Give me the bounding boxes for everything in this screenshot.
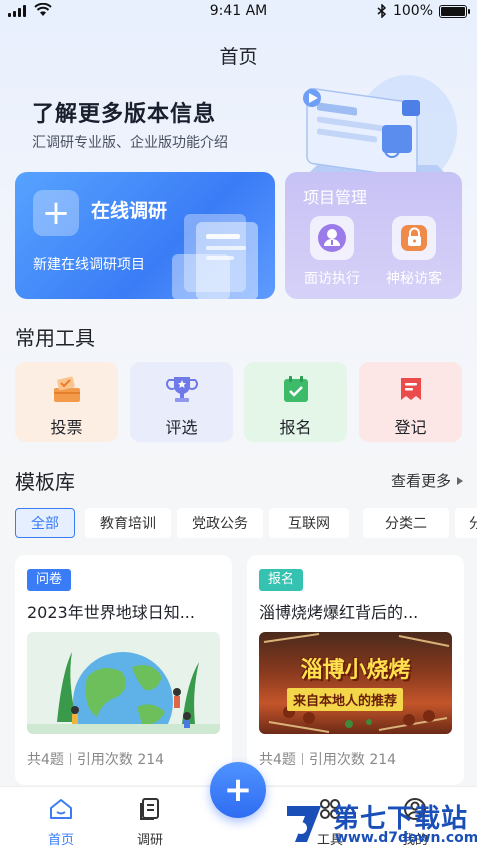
- view-more-label: 查看更多: [390, 472, 451, 490]
- online-survey-title: 在线调研: [91, 200, 168, 222]
- hero-subtitle[interactable]: 汇调研专业版、企业版功能介绍: [32, 132, 228, 152]
- tool-selection-label: 评选: [165, 418, 198, 437]
- usage-count: 引用次数 214: [308, 752, 397, 768]
- tool-vote-label: 投票: [50, 418, 83, 437]
- template-tag: 问卷: [27, 569, 72, 591]
- chevron-right-icon: [457, 476, 463, 485]
- ballot-box-icon: [53, 376, 80, 402]
- page-title: 首页: [219, 46, 258, 68]
- project-management-title: 项目管理: [303, 188, 368, 207]
- register-icon: [400, 378, 421, 400]
- template-meta: 共4题 引用次数 214: [259, 749, 396, 769]
- tab-survey-label: 调研: [136, 833, 163, 848]
- online-survey-desc: 新建在线调研项目: [33, 257, 145, 273]
- site-logo-icon: [287, 806, 321, 842]
- trophy-icon: [165, 377, 198, 402]
- online-survey-card[interactable]: + 在线调研 新建在线调研项目: [15, 172, 275, 299]
- person-icon: [310, 216, 354, 260]
- mystery-visitor-label: 神秘访客: [386, 271, 442, 287]
- battery-percent: 100%: [392, 3, 433, 19]
- tool-signup-label: 报名: [279, 418, 312, 437]
- tab-home-label: 首页: [47, 833, 74, 848]
- earth-day-illustration: [27, 632, 220, 734]
- tab-home[interactable]: 首页: [31, 797, 91, 848]
- watermark-url: www.d7down.com: [335, 830, 477, 846]
- template-tag: 报名: [259, 569, 304, 591]
- filter-chip-more[interactable]: 分: [455, 508, 477, 538]
- plus-icon: +: [33, 190, 79, 236]
- template-title: 淄博烧烤爆红背后的...: [259, 603, 419, 622]
- filter-chip-government[interactable]: 党政公务: [177, 508, 263, 538]
- tool-register[interactable]: 登记: [359, 362, 462, 442]
- filter-chip-all[interactable]: 全部: [15, 508, 75, 538]
- filter-chip-internet[interactable]: 互联网: [269, 508, 349, 538]
- project-management-card[interactable]: 项目管理 面访执行 神秘访客: [285, 172, 462, 299]
- bluetooth-icon: [377, 4, 387, 18]
- battery-icon: [439, 4, 470, 18]
- tool-vote[interactable]: 投票: [15, 362, 118, 442]
- calendar-check-icon: [283, 376, 308, 402]
- view-more-link[interactable]: 查看更多: [391, 470, 463, 491]
- usage-count: 引用次数 214: [76, 752, 165, 768]
- hero-title[interactable]: 了解更多版本信息: [32, 96, 216, 128]
- bbq-headline: 淄博小烧烤: [300, 658, 411, 683]
- home-icon: [50, 799, 72, 819]
- template-filter-bar: 全部 教育培训 党政公务 互联网 分类二 分: [15, 508, 477, 540]
- document-icon: [140, 798, 159, 820]
- status-bar: 9:41 AM 100%: [0, 0, 477, 24]
- template-title: 2023年世界地球日知...: [27, 603, 195, 622]
- interview-execution-label: 面访执行: [304, 271, 360, 287]
- question-count: 共4题: [259, 752, 296, 768]
- tab-survey[interactable]: 调研: [120, 797, 180, 848]
- create-fab-button[interactable]: +: [210, 762, 266, 818]
- filter-chip-category-two[interactable]: 分类二: [363, 508, 449, 538]
- bbq-subheadline: 来自本地人的推荐: [287, 688, 404, 711]
- tool-signup[interactable]: 报名: [244, 362, 347, 442]
- template-card[interactable]: 问卷 2023年世界地球日知... 共4题 引用次数 214: [15, 555, 232, 785]
- template-meta: 共4题 引用次数 214: [27, 749, 164, 769]
- bbq-photo: 淄博小烧烤 来自本地人的推荐: [259, 632, 452, 734]
- mystery-visitor-button[interactable]: 神秘访客: [379, 216, 449, 288]
- templates-section-title: 模板库: [15, 470, 75, 494]
- site-watermark: 第七下载站 www.d7down.com: [281, 796, 477, 850]
- question-count: 共4题: [27, 752, 64, 768]
- tool-register-label: 登记: [394, 418, 427, 437]
- tools-section-title: 常用工具: [15, 326, 95, 350]
- lock-bag-icon: [392, 216, 436, 260]
- filter-chip-education[interactable]: 教育培训: [85, 508, 171, 538]
- template-card[interactable]: 报名 淄博烧烤爆红背后的... 淄博小烧烤 来自本地人的推荐 共4题 引用次数 2…: [247, 555, 464, 785]
- interview-execution-button[interactable]: 面访执行: [297, 216, 367, 288]
- dashboard-illustration: [302, 75, 457, 185]
- tool-selection[interactable]: 评选: [130, 362, 233, 442]
- document-stack-icon: [172, 214, 258, 299]
- plus-icon: +: [223, 770, 253, 810]
